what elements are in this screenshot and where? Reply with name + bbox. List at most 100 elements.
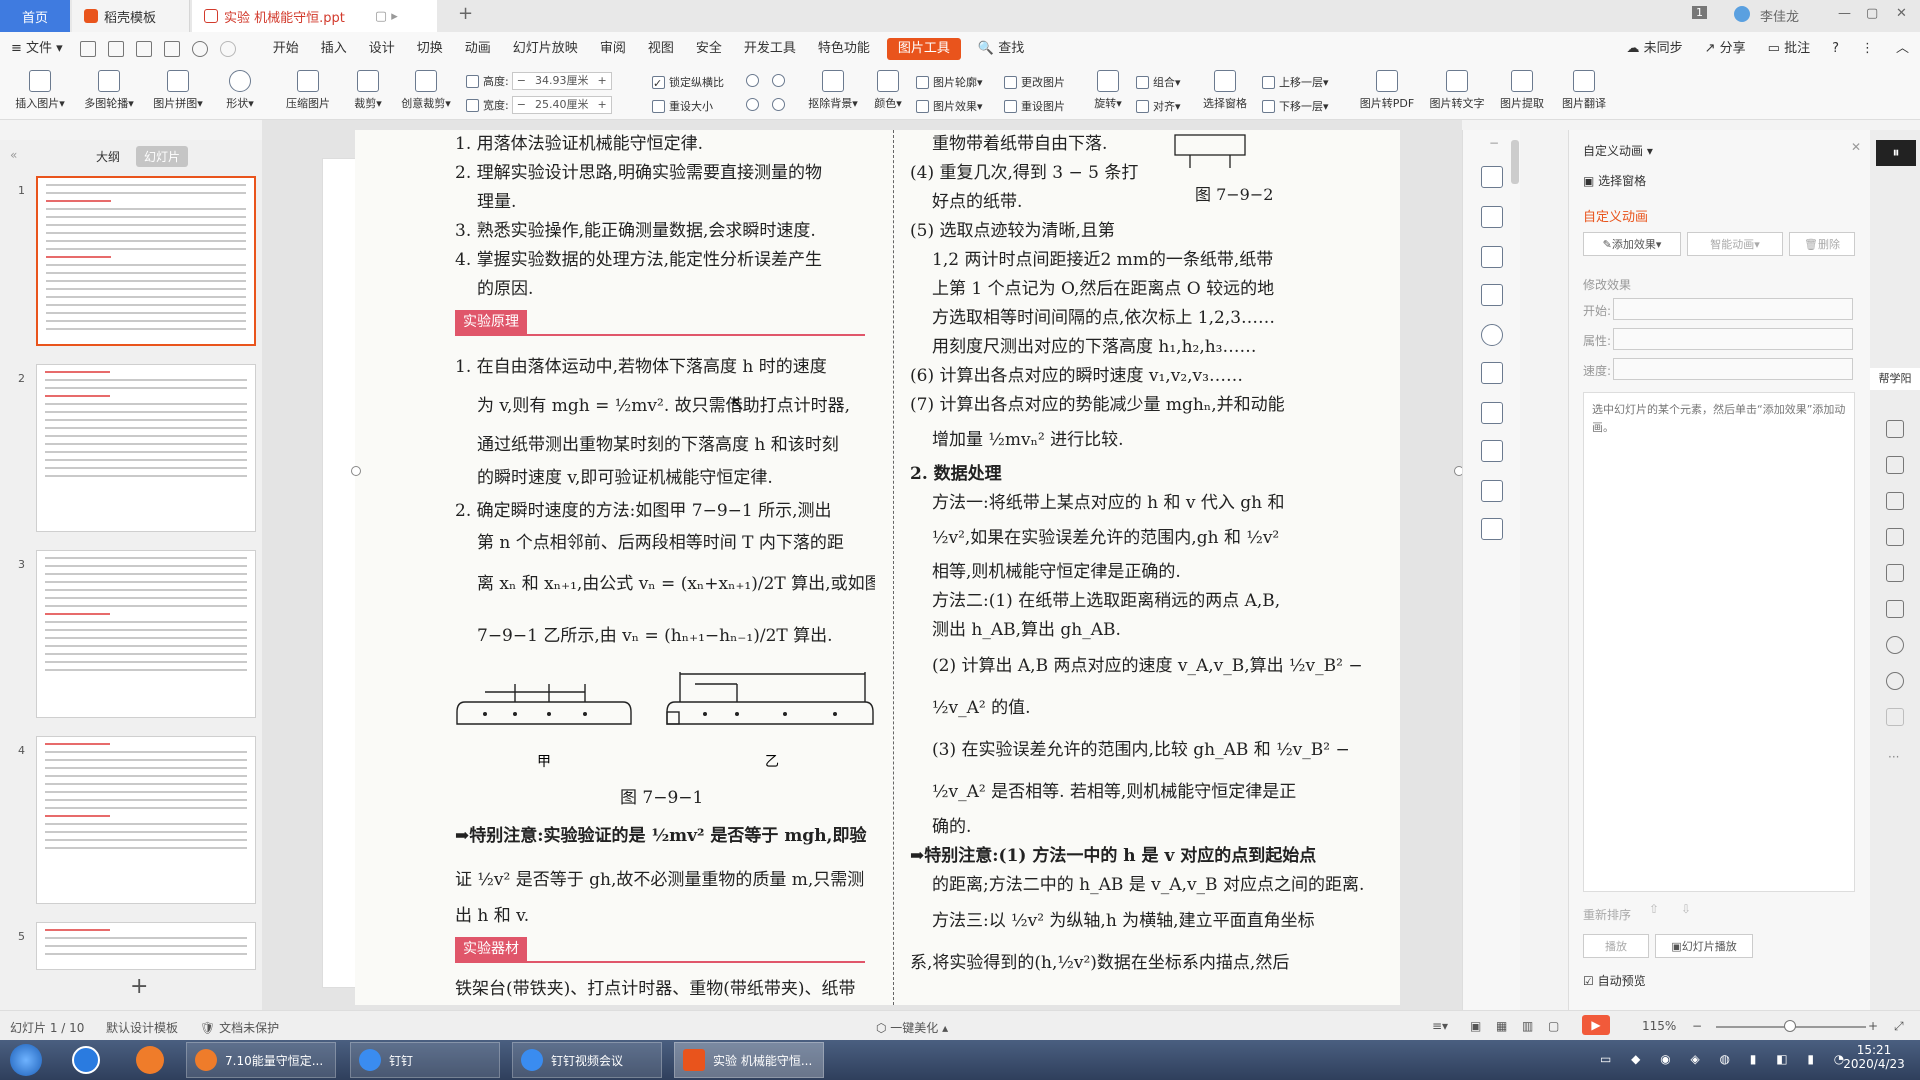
lock-ratio-checkbox[interactable]: ✓ 锁定纵横比 [652, 74, 724, 90]
tab-home[interactable]: 首页 [0, 0, 70, 32]
compress-button[interactable]: 压缩图片 [276, 70, 340, 111]
color-button[interactable]: 颜色▾ [868, 70, 908, 111]
export-icon[interactable] [107, 41, 124, 57]
maximize-icon[interactable]: ▢ [1866, 6, 1878, 21]
canvas-scrollbar[interactable] [1511, 140, 1519, 184]
toggle-panel-icon[interactable]: ⏸ [1876, 140, 1916, 166]
collapse-panel-icon[interactable]: « [2, 146, 25, 164]
tray-icons[interactable]: ▭ ◆ ◉ ◈ ◍ ▮ ◧ ▮ ◔ [1600, 1052, 1852, 1066]
bring-forward-button[interactable]: 上移一层 ▾ [1262, 74, 1329, 90]
carousel-button[interactable]: 多图轮播▾ [76, 70, 142, 111]
brightness-up-button[interactable] [746, 74, 763, 87]
collage-button[interactable]: 图片拼图▾ [146, 70, 210, 111]
collapse-ribbon-icon[interactable]: ︿ [1885, 32, 1920, 66]
resize-handle-left[interactable] [351, 466, 361, 476]
comment-button[interactable]: ▭ 批注 [1757, 32, 1821, 66]
menu-security[interactable]: 安全 [685, 32, 733, 66]
select-pane-button[interactable]: 选择窗格 [1198, 70, 1252, 111]
creative-crop-button[interactable]: 创意裁剪▾ [394, 70, 458, 111]
extract-button[interactable]: 图片提取 [1494, 70, 1550, 111]
crop-tool-icon[interactable] [1481, 206, 1503, 228]
print-icon[interactable] [135, 41, 152, 57]
photo-icon[interactable] [1481, 480, 1503, 502]
slide-thumbnail-1[interactable] [36, 176, 256, 346]
outline-button[interactable]: 图片轮廓 ▾ [916, 74, 983, 90]
menu-developer[interactable]: 开发工具 [733, 32, 807, 66]
sound-icon[interactable] [1886, 600, 1904, 618]
kuaiya-app-icon[interactable] [72, 1046, 100, 1074]
history-icon[interactable] [1886, 636, 1904, 654]
reset-size-button[interactable]: 重设大小 [652, 98, 713, 114]
layers-icon[interactable] [1481, 166, 1503, 188]
group-button[interactable]: 组合 ▾ [1136, 74, 1181, 90]
property-select[interactable] [1613, 328, 1853, 350]
document-image[interactable]: 1. 用落体法验证机械能守恒定律. 2. 理解实验设计思路,明确实验需要直接测量… [355, 130, 1400, 1005]
tab-close-icon[interactable]: ▢ ▸ [375, 9, 398, 24]
save-icon[interactable] [79, 41, 96, 57]
speed-select[interactable] [1613, 358, 1853, 380]
beautify-button[interactable]: ⬡ 一键美化 ▴ [876, 1019, 948, 1036]
zoom-slider-thumb[interactable] [1784, 1020, 1796, 1032]
taskbar-item[interactable]: 7.10能量守恒定... [186, 1042, 336, 1078]
smart-animation-button[interactable]: 智能动画 ▾ [1687, 232, 1783, 256]
taskbar-item[interactable]: 钉钉视频会议 [512, 1042, 662, 1078]
properties-icon[interactable] [1886, 456, 1904, 474]
align-button[interactable]: 对齐 ▾ [1136, 98, 1181, 114]
delete-effect-button[interactable]: 🗑 删除 [1789, 232, 1855, 256]
reading-view-icon[interactable]: ▥ [1522, 1019, 1533, 1033]
menu-review[interactable]: 审阅 [589, 32, 637, 66]
adjust-icon[interactable] [1886, 420, 1904, 438]
change-picture-button[interactable]: 更改图片 [1004, 74, 1065, 90]
to-text-button[interactable]: 图片转文字 [1426, 70, 1488, 111]
remove-bg-button[interactable]: 抠除背景▾ [802, 70, 864, 111]
layout-icon[interactable] [1481, 284, 1503, 306]
clock[interactable]: 15:21 2020/4/23 [1836, 1043, 1912, 1071]
pane-title[interactable]: 自定义动画 ▾ [1583, 142, 1653, 159]
taskbar-item[interactable]: 实验 机械能守恒... [674, 1042, 824, 1078]
menu-slideshow[interactable]: 幻灯片放映 [502, 32, 589, 66]
brightness-down-button[interactable] [746, 98, 763, 111]
notes-icon[interactable]: ≡▾ [1432, 1019, 1448, 1033]
close-icon[interactable]: ✕ [1896, 6, 1907, 21]
storage-icon[interactable] [1886, 528, 1904, 546]
normal-view-icon[interactable]: ▣ [1470, 1019, 1481, 1033]
pane-close-icon[interactable]: ✕ [1851, 140, 1861, 154]
start-button-icon[interactable] [10, 1044, 42, 1076]
menu-animation[interactable]: 动画 [454, 32, 502, 66]
menu-search[interactable]: 🔍 查找 [967, 32, 1035, 66]
new-tab-button[interactable]: + [458, 3, 473, 24]
tab-document[interactable]: 实验 机械能守恒.ppt ▢ ▸ [192, 0, 437, 32]
tab-slides[interactable]: 幻灯片 [136, 146, 189, 167]
help-side-icon[interactable] [1886, 672, 1904, 690]
menu-view[interactable]: 视图 [637, 32, 685, 66]
add-effect-button[interactable]: ✎ 添加效果 ▾ [1583, 232, 1681, 256]
link-icon[interactable] [1481, 246, 1503, 268]
more-icon[interactable]: ⋮ [1850, 32, 1885, 66]
to-pdf-button[interactable]: 图片转PDF [1356, 70, 1418, 111]
send-backward-button[interactable]: 下移一层 ▾ [1262, 98, 1329, 114]
ocr-tool-icon[interactable] [1481, 440, 1503, 462]
edit-icon[interactable] [1481, 518, 1503, 540]
browser-app-icon[interactable] [136, 1046, 164, 1074]
zoom-in-icon[interactable]: + [1868, 1019, 1878, 1033]
pane-select-button[interactable]: ▣ 选择窗格 [1583, 172, 1646, 189]
copy-icon[interactable] [1481, 402, 1503, 424]
play-button[interactable]: 播放 [1583, 934, 1649, 958]
move-down-icon[interactable]: ⇩ [1681, 902, 1691, 916]
contrast-up-button[interactable] [772, 74, 789, 87]
zoom-out-icon[interactable]: − [1692, 1019, 1702, 1033]
menu-file[interactable]: ≡ 文件 ▾ [0, 32, 74, 66]
sync-button[interactable]: ☁ 未同步 [1615, 32, 1693, 66]
menu-transition[interactable]: 切换 [406, 32, 454, 66]
slide-thumbnail-4[interactable] [36, 736, 256, 904]
fit-window-icon[interactable]: ⤢ [1894, 1019, 1904, 1034]
side-user-label[interactable]: 帮学阳 [1870, 368, 1920, 390]
share-button[interactable]: ↗ 分享 [1694, 32, 1757, 66]
minimize-icon[interactable]: — [1838, 6, 1851, 21]
play-slideshow-button[interactable]: ▶ [1582, 1015, 1610, 1035]
menu-picture-tools[interactable]: 图片工具 [886, 38, 961, 60]
zoom-icon[interactable] [1481, 324, 1503, 346]
taskbar-item[interactable]: 钉钉 [350, 1042, 500, 1078]
crop-button[interactable]: 裁剪▾ [344, 70, 392, 111]
add-slide-button[interactable]: + [130, 974, 148, 999]
